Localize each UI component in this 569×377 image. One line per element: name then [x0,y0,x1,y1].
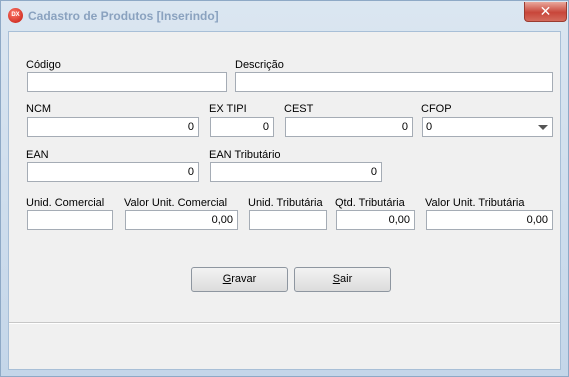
title-bar[interactable]: DX Cadastro de Produtos [Inserindo] ✕ [1,1,568,31]
ean-tributario-label: EAN Tributário [209,149,281,161]
close-button[interactable]: ✕ [524,2,567,22]
valor-unit-comercial-label: Valor Unit. Comercial [124,197,228,209]
valor-unit-tributaria-input[interactable]: 0,00 [426,210,553,230]
cest-label: CEST [284,103,314,115]
ex-tipi-label: EX TIPI [209,103,247,115]
gravar-label-rest: ravar [231,273,257,285]
window-title: Cadastro de Produtos [Inserindo] [28,9,219,23]
unid-tributaria-label: Unid. Tributária [248,197,323,209]
valor-unit-comercial-input[interactable]: 0,00 [125,210,238,230]
status-divider [9,322,560,324]
codigo-label: Código [26,59,61,71]
descricao-label: Descrição [235,59,284,71]
cfop-select[interactable]: 0 [422,117,553,137]
app-icon: DX [8,8,23,23]
ean-label: EAN [26,149,49,161]
qtd-tributaria-label: Qtd. Tributária [335,197,405,209]
cfop-selected-value: 0 [426,121,433,133]
unid-comercial-label: Unid. Comercial [26,197,105,209]
chevron-down-icon[interactable] [538,125,548,130]
ex-tipi-input[interactable]: 0 [210,117,274,137]
gravar-button[interactable]: Gravar [191,267,288,292]
ncm-label: NCM [26,103,52,115]
window: DX Cadastro de Produtos [Inserindo] ✕ Có… [0,0,569,377]
ean-input[interactable]: 0 [27,162,199,182]
sair-label-rest: air [340,273,353,285]
close-icon: ✕ [539,3,552,19]
valor-unit-tributaria-label: Valor Unit. Tributária [425,197,525,209]
qtd-tributaria-input[interactable]: 0,00 [336,210,415,230]
unid-comercial-input[interactable] [27,210,113,230]
codigo-input[interactable] [27,72,227,92]
ean-tributario-input[interactable]: 0 [210,162,382,182]
sair-button[interactable]: Sair [294,267,391,292]
form-panel: Código Descrição NCM 0 EX TIPI 0 CEST 0 … [8,31,561,370]
sair-mnemonic: S [332,273,341,285]
cfop-label: CFOP [421,103,452,115]
ncm-input[interactable]: 0 [27,117,199,137]
cest-input[interactable]: 0 [285,117,413,137]
unid-tributaria-input[interactable] [249,210,327,230]
descricao-input[interactable] [235,72,553,92]
gravar-mnemonic: G [222,273,232,285]
